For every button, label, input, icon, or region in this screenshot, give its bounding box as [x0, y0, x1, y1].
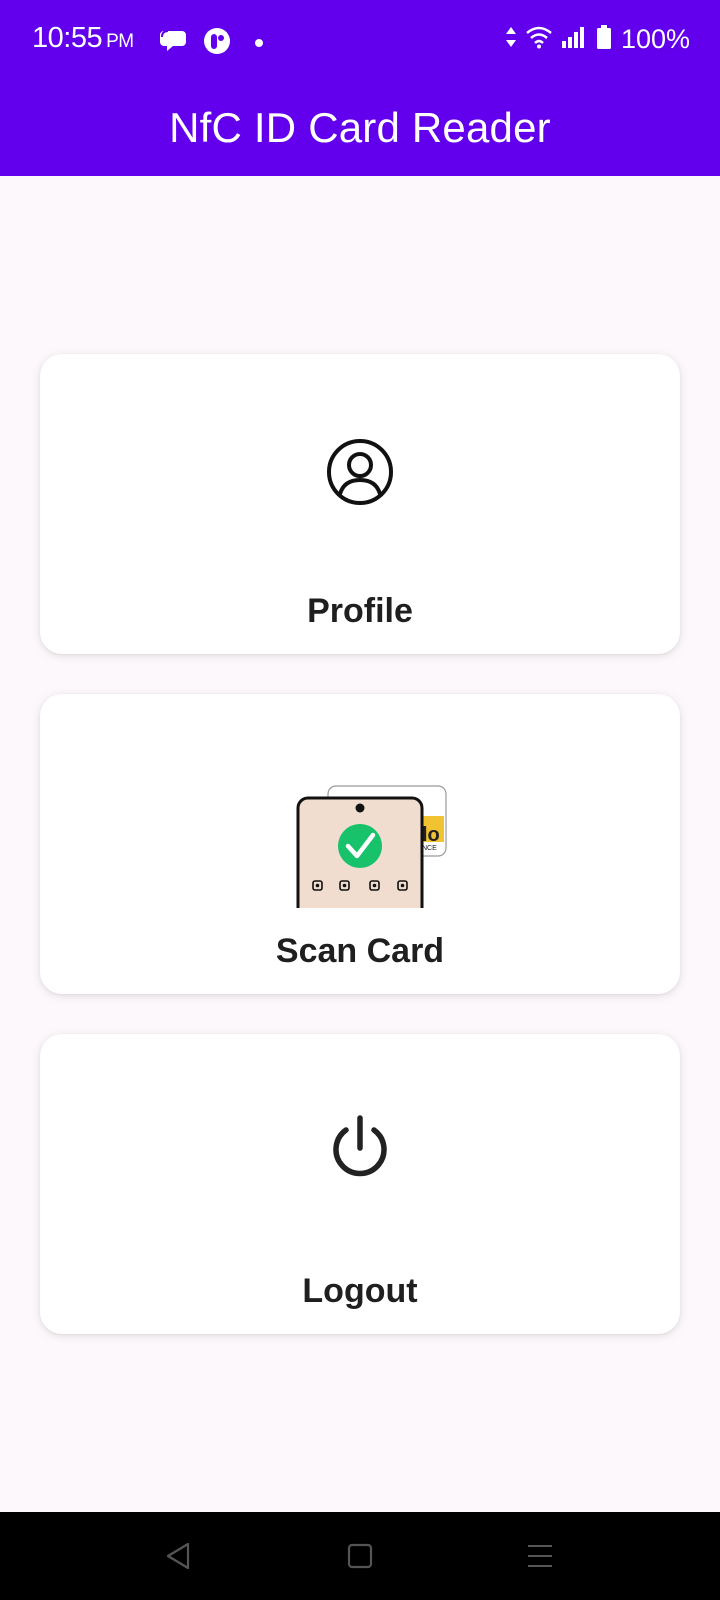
menu-icon[interactable]	[520, 1536, 560, 1576]
chat-bubble-icon	[160, 28, 188, 59]
notification-icons	[160, 26, 264, 61]
phone-nfc-scan-icon: lo NCE	[294, 784, 448, 913]
logout-card[interactable]: Logout	[40, 1034, 680, 1334]
status-clock: 10:55	[32, 22, 103, 54]
page-title: NfC ID Card Reader	[169, 104, 551, 151]
svg-text:NCE: NCE	[422, 845, 437, 852]
back-icon[interactable]	[158, 1536, 198, 1576]
app-notification-icon	[202, 26, 232, 61]
system-icons: 100%	[505, 24, 690, 55]
data-arrows-icon	[505, 25, 517, 54]
svg-text:lo: lo	[422, 824, 440, 846]
signal-icon	[561, 25, 587, 54]
status-ampm: PM	[106, 31, 134, 52]
logout-label: Logout	[302, 1272, 418, 1310]
profile-label: Profile	[307, 592, 413, 630]
status-bar: 10:55 PM 100%	[0, 0, 720, 80]
status-time: 10:55 PM	[32, 22, 134, 55]
user-circle-icon	[326, 438, 394, 511]
scan-card-card[interactable]: lo NCE Scan Card	[40, 694, 680, 994]
app-bar: NfC ID Card Reader	[0, 80, 720, 176]
profile-card[interactable]: Profile	[40, 354, 680, 654]
dot-icon	[254, 35, 264, 53]
battery-percent: 100%	[620, 24, 690, 54]
wifi-icon	[525, 25, 553, 54]
home-icon[interactable]	[340, 1536, 380, 1576]
scan-card-label: Scan Card	[275, 932, 445, 970]
navigation-bar	[0, 1512, 720, 1600]
power-icon	[326, 1114, 394, 1187]
battery-icon	[595, 24, 613, 55]
